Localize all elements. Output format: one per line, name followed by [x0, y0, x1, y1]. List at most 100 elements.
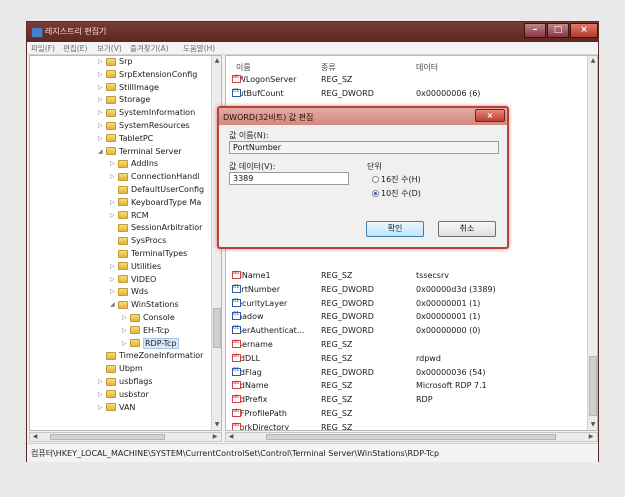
value-row[interactable]: WFProfilePath REG_SZ — [232, 408, 587, 421]
expand-arrow-icon[interactable]: ▷ — [110, 288, 118, 295]
value-row[interactable]: UserAuthenticat... REG_DWORD 0x00000000 (0… — [232, 325, 587, 338]
tree-item[interactable]: ▷ VAN — [98, 403, 135, 415]
tree-item[interactable]: ◢ Terminal Server — [98, 147, 182, 159]
title-bar[interactable]: 레지스트리 편집기 – □ × — [27, 22, 598, 42]
expand-arrow-icon[interactable]: ▷ — [98, 135, 106, 142]
dialog-close-button[interactable]: × — [475, 109, 505, 122]
tree-hscroll-thumb[interactable] — [50, 434, 165, 440]
expand-arrow-icon[interactable]: ▷ — [110, 263, 118, 270]
value-row[interactable]: Username REG_SZ — [232, 339, 587, 352]
value-row[interactable]: NWLogonServer REG_SZ — [232, 74, 587, 87]
expand-arrow-icon[interactable]: ▷ — [98, 391, 106, 398]
scroll-right-icon[interactable]: ▶ — [586, 433, 596, 441]
tree-scroll-thumb[interactable] — [213, 308, 221, 348]
tree-item[interactable]: ▷ TabletPC — [98, 134, 153, 146]
tree-item[interactable]: ▷ Storage — [98, 95, 150, 107]
values-scroll-thumb[interactable] — [589, 356, 597, 416]
tree-item[interactable]: TerminalTypes — [110, 249, 187, 261]
tree-item[interactable]: ▷ KeyboardType Ma — [110, 198, 201, 210]
menu-view[interactable]: 보기(V) — [97, 43, 122, 54]
column-header-name[interactable]: 이름 — [236, 62, 251, 73]
expand-arrow-icon[interactable]: ▷ — [110, 276, 118, 283]
tree-horizontal-scrollbar[interactable]: ◀ ▶ — [29, 432, 222, 442]
tree-item[interactable]: SessionArbitratior — [110, 223, 202, 235]
radio-decimal[interactable]: 10진 수(D) — [372, 188, 421, 199]
tree-item[interactable]: ▷ StillImage — [98, 83, 159, 95]
radio-dec-dot[interactable] — [372, 190, 379, 197]
tree-item[interactable]: ▷ AddIns — [110, 159, 158, 171]
expand-arrow-icon[interactable]: ▷ — [98, 71, 106, 78]
scroll-left-icon[interactable]: ◀ — [30, 433, 40, 441]
expand-arrow-icon[interactable]: ▷ — [122, 314, 130, 321]
expand-arrow-icon[interactable]: ▷ — [98, 96, 106, 103]
tree-item[interactable]: ▷ SrpExtensionConfig — [98, 70, 197, 82]
close-button[interactable]: × — [570, 23, 598, 38]
tree-item[interactable]: DefaultUserConfig — [110, 185, 204, 197]
tree-item[interactable]: ▷ RDP-Tcp — [122, 337, 179, 351]
dialog-title-bar[interactable]: DWORD(32비트) 값 편집 × — [219, 108, 507, 125]
column-header-data[interactable]: 데이터 — [416, 62, 438, 73]
expand-arrow-icon[interactable]: ▷ — [98, 378, 106, 385]
menu-favorites[interactable]: 즐겨찾기(A) — [130, 43, 169, 54]
scroll-up-icon[interactable]: ▲ — [588, 56, 597, 66]
value-row[interactable]: WdPrefix REG_SZ RDP — [232, 394, 587, 407]
minimize-button[interactable]: – — [524, 23, 546, 38]
radio-hex-dot[interactable] — [372, 176, 379, 183]
expand-arrow-icon[interactable]: ▷ — [110, 160, 118, 167]
scroll-right-icon[interactable]: ▶ — [210, 433, 220, 441]
radio-hexadecimal[interactable]: 16진 수(H) — [372, 174, 421, 185]
tree-item[interactable]: ▷ Utilities — [110, 262, 161, 274]
tree-item[interactable]: SysProcs — [110, 236, 166, 248]
value-row[interactable]: WdFlag REG_DWORD 0x00000036 (54) — [232, 367, 587, 380]
tree-item[interactable]: ◢ WinStations — [110, 300, 179, 312]
tree-item[interactable]: ▷ usbflags — [98, 377, 153, 389]
collapse-arrow-icon[interactable]: ◢ — [98, 148, 106, 155]
value-row[interactable]: Shadow REG_DWORD 0x00000001 (1) — [232, 311, 587, 324]
expand-arrow-icon[interactable]: ▷ — [110, 212, 118, 219]
value-row[interactable]: WdName REG_SZ Microsoft RDP 7.1 — [232, 380, 587, 393]
menu-help[interactable]: 도움말(H) — [183, 43, 215, 54]
tree-item[interactable]: Ubpm — [98, 364, 143, 376]
tree-item[interactable]: ▷ Srp — [98, 57, 132, 69]
tree-item[interactable]: ▷ RCM — [110, 211, 149, 223]
expand-arrow-icon[interactable]: ▷ — [122, 340, 130, 347]
value-row[interactable]: OutBufCount REG_DWORD 0x00000006 (6) — [232, 88, 587, 101]
expand-arrow-icon[interactable]: ▷ — [98, 404, 106, 411]
menu-edit[interactable]: 편집(E) — [63, 43, 87, 54]
value-row[interactable]: WorkDirectory REG_SZ — [232, 422, 587, 430]
cancel-button[interactable]: 취소 — [438, 221, 496, 237]
maximize-button[interactable]: □ — [547, 23, 569, 38]
expand-arrow-icon[interactable]: ▷ — [98, 84, 106, 91]
tree-item[interactable]: ▷ VIDEO — [110, 275, 156, 287]
tree-item[interactable]: ▷ Wds — [110, 287, 148, 299]
column-header-type[interactable]: 종류 — [321, 62, 336, 73]
ok-button[interactable]: 확인 — [366, 221, 424, 237]
expand-arrow-icon[interactable]: ▷ — [98, 58, 106, 65]
scroll-down-icon[interactable]: ▼ — [212, 420, 221, 430]
collapse-arrow-icon[interactable]: ◢ — [110, 301, 118, 308]
tree-item[interactable]: ▷ SystemInformation — [98, 108, 195, 120]
menu-file[interactable]: 파일(F) — [31, 43, 55, 54]
tree-item[interactable]: TimeZoneInformatior — [98, 351, 203, 363]
tree-item[interactable]: ▷ Console — [122, 313, 175, 325]
expand-arrow-icon[interactable]: ▷ — [98, 109, 106, 116]
value-row[interactable]: PortNumber REG_DWORD 0x00000d3d (3389) — [232, 284, 587, 297]
key-tree-pane[interactable]: ▷ Srp ▷ SrpExtensionConfig ▷ StillImage ▷ Stora… — [29, 55, 222, 431]
tree-item[interactable]: ▷ EH-Tcp — [122, 326, 169, 338]
expand-arrow-icon[interactable]: ▷ — [110, 173, 118, 180]
value-row[interactable]: WdDLL REG_SZ rdpwd — [232, 353, 587, 366]
tree-item[interactable]: ▷ usbstor — [98, 390, 149, 402]
tree-item[interactable]: ▷ SystemResources — [98, 121, 190, 133]
expand-arrow-icon[interactable]: ▷ — [110, 199, 118, 206]
expand-arrow-icon[interactable]: ▷ — [122, 327, 130, 334]
scroll-up-icon[interactable]: ▲ — [212, 56, 221, 66]
value-row[interactable]: SecurityLayer REG_DWORD 0x00000001 (1) — [232, 298, 587, 311]
values-hscroll-thumb[interactable] — [266, 434, 556, 440]
value-data-input[interactable]: 3389 — [229, 172, 349, 185]
values-vertical-scrollbar[interactable]: ▲ ▼ — [587, 56, 597, 430]
expand-arrow-icon[interactable]: ▷ — [98, 122, 106, 129]
values-horizontal-scrollbar[interactable]: ◀ ▶ — [225, 432, 598, 442]
scroll-left-icon[interactable]: ◀ — [226, 433, 236, 441]
tree-item[interactable]: ▷ ConnectionHandl — [110, 172, 200, 184]
scroll-down-icon[interactable]: ▼ — [588, 420, 597, 430]
